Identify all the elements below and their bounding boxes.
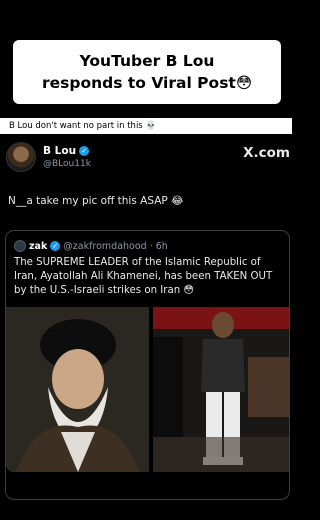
portrait-man-icon — [153, 307, 289, 472]
caption-text: B Lou don't want no part in this — [9, 121, 143, 131]
verified-badge-icon: ✓ — [79, 146, 90, 156]
tweet-card: B Lou ✓ @BLou11k X.com N__a take my pic … — [0, 134, 292, 504]
tweet-author[interactable]: B Lou ✓ @BLou11k — [6, 142, 91, 172]
skull-icon: 💀 — [145, 121, 157, 131]
caption-bar: B Lou don't want no part in this 💀 — [0, 118, 292, 134]
author-handle[interactable]: @BLou11k — [43, 159, 91, 169]
quote-image-left[interactable] — [6, 307, 149, 472]
banner-line-2: responds to Viral Post😳 — [42, 74, 252, 92]
quote-header: zak ✓ @zakfromdahood · 6h — [14, 240, 168, 252]
quote-image-right[interactable] — [153, 307, 289, 472]
quote-time: · 6h — [149, 240, 168, 252]
quoted-tweet[interactable]: zak ✓ @zakfromdahood · 6h The SUPREME LE… — [5, 230, 290, 500]
laughing-emoji-icon: 😂 — [171, 195, 184, 207]
avatar[interactable] — [6, 142, 36, 172]
bottom-area — [0, 504, 292, 520]
tweet-text: N__a take my pic off this ASAP 😂 — [8, 195, 184, 207]
x-logo: X.com — [243, 145, 290, 161]
quote-verified-badge-icon: ✓ — [50, 241, 61, 251]
quote-author-handle[interactable]: @zakfromdahood — [63, 241, 146, 252]
portrait-elder-icon — [6, 307, 149, 472]
banner-line-1: YouTuber B Lou — [79, 52, 215, 70]
flushed-emoji-icon: 😳 — [183, 285, 195, 296]
quote-avatar[interactable] — [14, 240, 26, 252]
author-name[interactable]: B Lou — [43, 145, 76, 157]
title-banner: YouTuber B Lou responds to Viral Post😳 — [13, 40, 281, 104]
quote-text: The SUPREME LEADER of the Islamic Republ… — [14, 257, 273, 296]
quote-author-name[interactable]: zak — [29, 241, 47, 252]
